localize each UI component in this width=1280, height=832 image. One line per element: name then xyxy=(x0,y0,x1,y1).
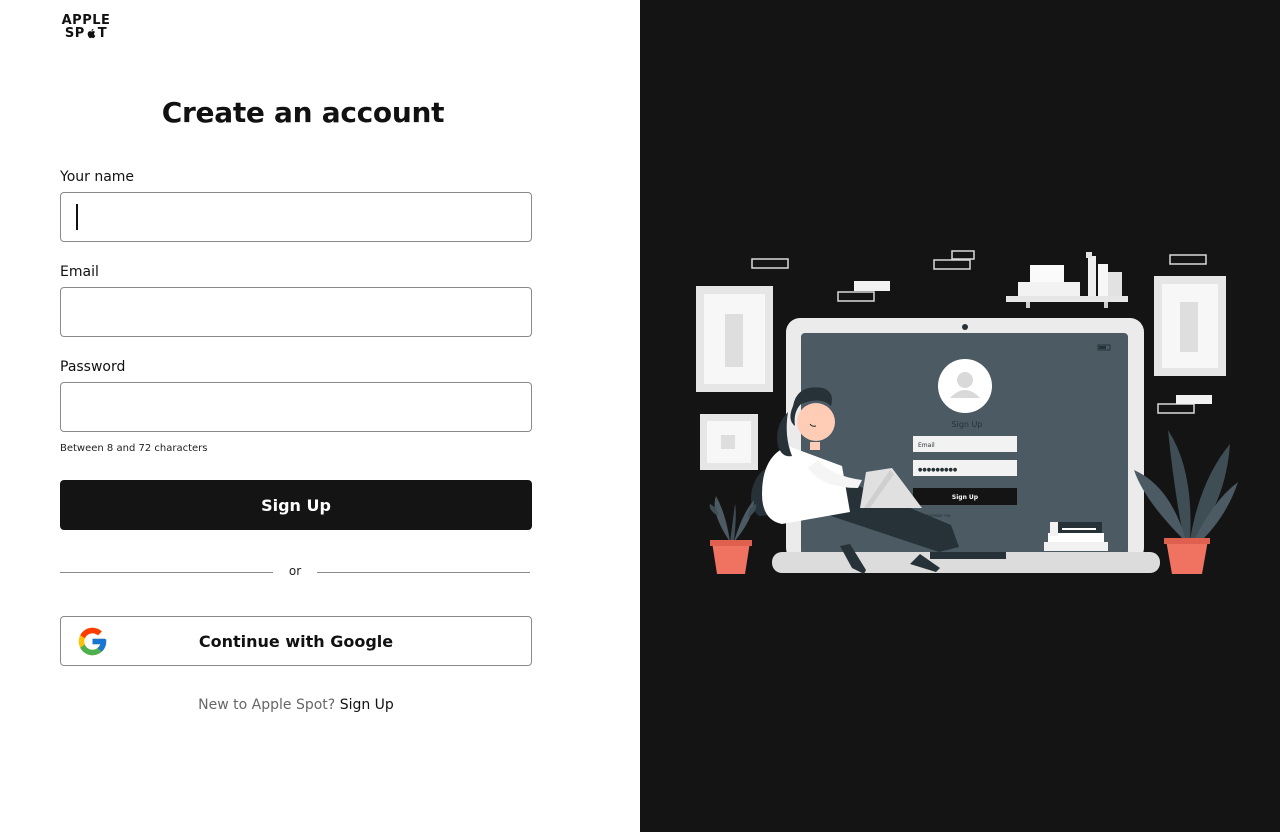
screen-email-field: Email xyxy=(918,442,935,449)
picture-frame-small xyxy=(700,414,758,470)
sign-up-button[interactable]: Sign Up xyxy=(60,480,532,530)
apple-icon xyxy=(86,28,97,39)
book-shelf xyxy=(1006,252,1128,308)
name-input[interactable] xyxy=(60,192,532,242)
divider-left xyxy=(60,572,273,573)
divider-right xyxy=(317,572,530,573)
email-input[interactable] xyxy=(60,287,532,337)
brand-line2-right: T xyxy=(97,26,108,41)
footer-prompt: New to Apple Spot? xyxy=(198,697,336,713)
password-label: Password xyxy=(60,359,126,375)
text-cursor xyxy=(76,204,78,230)
signup-footer: New to Apple Spot? Sign Up xyxy=(60,697,532,713)
potted-plant-left xyxy=(709,496,757,574)
picture-frame-left xyxy=(696,286,773,392)
footer-sign-up-link[interactable]: Sign Up xyxy=(340,697,394,713)
screen-sign-up-button: Sign Up xyxy=(952,494,979,501)
page-title: Create an account xyxy=(161,96,445,129)
signup-panel: APPLE SP T Create an account Your name E… xyxy=(0,0,640,832)
screen-password-field: ●●●●●●●●● xyxy=(918,467,958,473)
sign-up-illustration: Sign Up Email ●●●●●●●●● Sign Up Remember… xyxy=(696,250,1238,574)
brand-logo[interactable]: APPLE SP T xyxy=(60,14,112,40)
google-button-label: Continue with Google xyxy=(198,632,394,651)
book-stack xyxy=(1044,522,1108,551)
email-label: Email xyxy=(60,264,99,280)
brand-line2: SP T xyxy=(60,27,112,40)
brand-line2-left: SP xyxy=(64,26,85,41)
shelf-block xyxy=(1176,395,1212,404)
password-hint: Between 8 and 72 characters xyxy=(60,443,208,454)
name-label: Your name xyxy=(60,169,135,185)
picture-frame-right xyxy=(1154,276,1226,376)
shelf-block xyxy=(854,281,890,291)
continue-with-google-button[interactable]: Continue with Google xyxy=(60,616,532,666)
password-input[interactable] xyxy=(60,382,532,432)
screen-title: Sign Up xyxy=(952,420,983,429)
divider-text: or xyxy=(288,564,302,578)
